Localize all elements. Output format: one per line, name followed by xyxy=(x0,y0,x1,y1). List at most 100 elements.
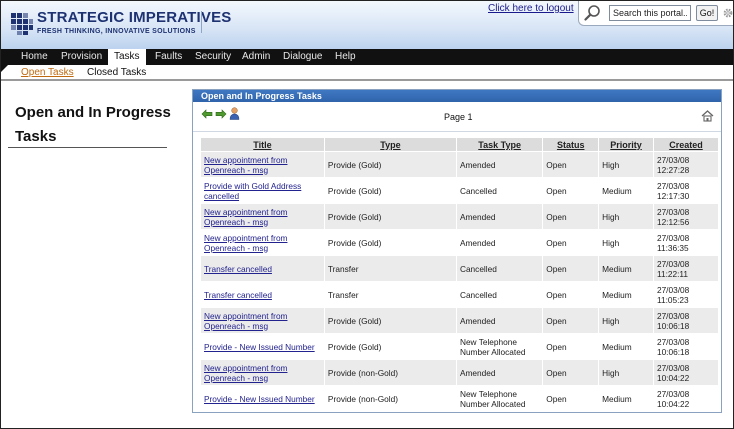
task-priority-cell: Medium xyxy=(599,386,653,411)
task-tasktype-cell: Cancelled xyxy=(456,256,543,281)
nav-corner-notch xyxy=(1,65,8,72)
task-title-link[interactable]: New appointment from Openreach - msg xyxy=(204,311,287,331)
table-row: New appointment from Openreach - msg Pro… xyxy=(201,204,718,229)
brand-logo: STRATEGIC IMPERATIVES FRESH THINKING, IN… xyxy=(37,10,232,36)
task-title-link[interactable]: New appointment from Openreach - msg xyxy=(204,207,287,227)
task-priority-cell: Medium xyxy=(599,282,653,307)
task-priority-cell: Medium xyxy=(599,334,653,359)
task-tasktype-cell: New Telephone Number Allocated xyxy=(456,386,543,411)
header-divider xyxy=(201,11,202,33)
task-type-cell: Provide (Gold) xyxy=(324,178,456,203)
title-divider xyxy=(8,147,167,148)
tasks-panel: Open and In Progress Tasks Page 1 Title … xyxy=(192,89,722,413)
sub-nav: Open Tasks Closed Tasks xyxy=(1,65,733,81)
app-window: STRATEGIC IMPERATIVES FRESH THINKING, IN… xyxy=(0,0,734,429)
task-title-link[interactable]: New appointment from Openreach - msg xyxy=(204,363,287,383)
col-header-priority[interactable]: Priority xyxy=(599,138,653,151)
logout-link[interactable]: Click here to logout xyxy=(488,3,574,14)
left-arrow-icon[interactable] xyxy=(201,109,213,119)
table-row: New appointment from Openreach - msg Pro… xyxy=(201,152,718,177)
task-title-link[interactable]: Transfer cancelled xyxy=(204,290,272,300)
task-type-cell: Provide (non-Gold) xyxy=(324,386,456,411)
task-title-link[interactable]: Transfer cancelled xyxy=(204,264,272,274)
subnav-open-tasks[interactable]: Open Tasks xyxy=(21,67,74,78)
col-header-status[interactable]: Status xyxy=(543,138,599,151)
col-header-type[interactable]: Type xyxy=(324,138,456,151)
task-tasktype-cell: Amended xyxy=(456,360,543,385)
task-created-cell: 27/03/08 12:27:28 xyxy=(653,152,718,177)
table-row: Provide - New Issued Number Provide (non… xyxy=(201,386,718,411)
user-icon[interactable] xyxy=(229,107,240,120)
nav-tasks[interactable]: Tasks xyxy=(108,49,146,65)
nav-home[interactable]: Home xyxy=(21,49,48,65)
task-type-cell: Provide (Gold) xyxy=(324,334,456,359)
panel-title: Open and In Progress Tasks xyxy=(193,90,721,102)
task-status-cell: Open xyxy=(543,308,599,333)
task-priority-cell: Medium xyxy=(599,256,653,281)
task-title-link[interactable]: Provide with Gold Address cancelled xyxy=(204,181,301,201)
task-created-cell: 27/03/08 11:22:11 xyxy=(653,256,718,281)
task-title-link[interactable]: New appointment from Openreach - msg xyxy=(204,155,287,175)
task-created-cell: 27/03/08 10:04:22 xyxy=(653,360,718,385)
task-priority-cell: Medium xyxy=(599,178,653,203)
task-created-cell: 27/03/08 10:06:18 xyxy=(653,308,718,333)
task-status-cell: Open xyxy=(543,204,599,229)
col-header-task-type[interactable]: Task Type xyxy=(456,138,543,151)
gear-icon[interactable] xyxy=(722,7,734,19)
table-row: New appointment from Openreach - msg Pro… xyxy=(201,360,718,385)
search-input[interactable] xyxy=(609,5,691,21)
page-title: Open and In Progress Tasks xyxy=(15,104,171,145)
task-tasktype-cell: Amended xyxy=(456,204,543,229)
task-status-cell: Open xyxy=(543,386,599,411)
nav-admin[interactable]: Admin xyxy=(242,49,270,65)
task-type-cell: Transfer xyxy=(324,256,456,281)
search-bar: Go! xyxy=(578,1,734,26)
task-priority-cell: High xyxy=(599,360,653,385)
col-header-title[interactable]: Title xyxy=(201,138,324,151)
task-tasktype-cell: Amended xyxy=(456,230,543,255)
task-created-cell: 27/03/08 11:36:35 xyxy=(653,230,718,255)
nav-provision[interactable]: Provision xyxy=(61,49,102,65)
table-row: Provide with Gold Address cancelled Prov… xyxy=(201,178,718,203)
table-row: New appointment from Openreach - msg Pro… xyxy=(201,308,718,333)
task-title-link[interactable]: New appointment from Openreach - msg xyxy=(204,233,287,253)
task-title-link[interactable]: Provide - New Issued Number xyxy=(204,394,315,404)
task-type-cell: Provide (Gold) xyxy=(324,152,456,177)
task-tasktype-cell: Amended xyxy=(456,308,543,333)
col-header-created[interactable]: Created xyxy=(653,138,718,151)
main-nav: Home Provision Tasks Faults Security Adm… xyxy=(1,49,733,65)
nav-faults[interactable]: Faults xyxy=(155,49,182,65)
nav-security[interactable]: Security xyxy=(195,49,231,65)
task-status-cell: Open xyxy=(543,256,599,281)
task-status-cell: Open xyxy=(543,152,599,177)
task-tasktype-cell: Amended xyxy=(456,152,543,177)
task-created-cell: 27/03/08 12:12:56 xyxy=(653,204,718,229)
site-header: STRATEGIC IMPERATIVES FRESH THINKING, IN… xyxy=(1,1,733,49)
task-tasktype-cell: New Telephone Number Allocated xyxy=(456,334,543,359)
task-type-cell: Transfer xyxy=(324,282,456,307)
nav-dialogue[interactable]: Dialogue xyxy=(283,49,322,65)
magnifier-icon xyxy=(584,5,600,21)
task-type-cell: Provide (non-Gold) xyxy=(324,360,456,385)
table-row: New appointment from Openreach - msg Pro… xyxy=(201,230,718,255)
nav-help[interactable]: Help xyxy=(335,49,356,65)
task-type-cell: Provide (Gold) xyxy=(324,204,456,229)
task-type-cell: Provide (Gold) xyxy=(324,230,456,255)
task-created-cell: 27/03/08 10:04:22 xyxy=(653,386,718,411)
task-status-cell: Open xyxy=(543,334,599,359)
page-indicator: Page 1 xyxy=(444,112,473,122)
task-status-cell: Open xyxy=(543,230,599,255)
task-priority-cell: High xyxy=(599,230,653,255)
task-priority-cell: High xyxy=(599,308,653,333)
search-go-button[interactable]: Go! xyxy=(696,5,718,21)
task-created-cell: 27/03/08 12:17:30 xyxy=(653,178,718,203)
task-title-link[interactable]: Provide - New Issued Number xyxy=(204,342,315,352)
brand-title: STRATEGIC IMPERATIVES xyxy=(37,9,232,26)
table-row: Transfer cancelled Transfer Cancelled Op… xyxy=(201,256,718,281)
task-priority-cell: High xyxy=(599,152,653,177)
home-icon[interactable] xyxy=(701,110,714,122)
table-row: Provide - New Issued Number Provide (Gol… xyxy=(201,334,718,359)
subnav-closed-tasks[interactable]: Closed Tasks xyxy=(87,67,146,78)
right-arrow-icon[interactable] xyxy=(215,109,227,119)
task-status-cell: Open xyxy=(543,360,599,385)
